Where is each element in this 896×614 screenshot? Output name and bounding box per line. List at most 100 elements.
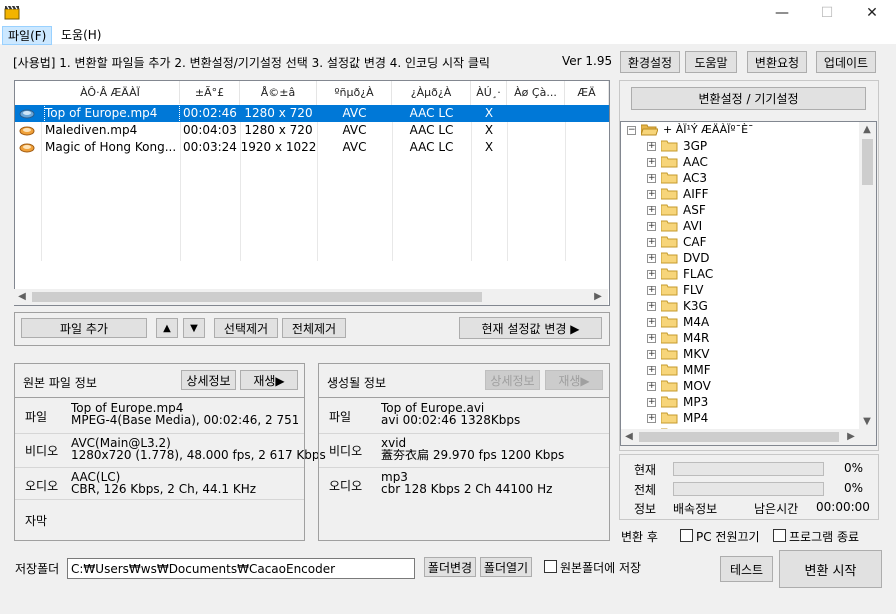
source-detail-button[interactable]: 상세정보: [181, 370, 236, 390]
collapse-icon[interactable]: −: [627, 126, 636, 135]
expand-icon[interactable]: +: [647, 222, 656, 231]
apply-current-settings-button[interactable]: 현재 설정값 변경 ▶: [459, 317, 602, 339]
expand-icon[interactable]: +: [647, 334, 656, 343]
conversion-request-button[interactable]: 변환요청: [747, 51, 807, 73]
column-header-audio[interactable]: ¿Àµð¿À: [392, 81, 471, 105]
expand-icon[interactable]: +: [647, 318, 656, 327]
expand-icon[interactable]: +: [647, 174, 656, 183]
total-progress-bar: [673, 482, 824, 496]
file-row[interactable]: Top of Europe.mp4 00:02:46 1280 x 720 AV…: [15, 104, 609, 123]
tree-horizontal-scrollbar[interactable]: ◀ ▶: [621, 429, 859, 445]
remove-selected-button[interactable]: 선택제거: [214, 318, 278, 338]
format-tree[interactable]: − + ÀÏ¹Ý ÆÄÀÏº¯È¯ +3GP + AAC + AC3 + AIFF + ASF +…: [620, 121, 877, 446]
file-list-horizontal-scrollbar[interactable]: ◀ ▶: [14, 289, 608, 305]
env-settings-button[interactable]: 환경설정: [620, 51, 680, 73]
expand-icon[interactable]: +: [647, 286, 656, 295]
file-row[interactable]: Malediven.mp4 00:04:03 1280 x 720 AVC AA…: [15, 122, 609, 139]
file-row[interactable]: Magic of Hong Kong... 00:03:24 1920 x 10…: [15, 139, 609, 156]
tree-item-label: CAF: [683, 235, 707, 249]
expand-icon[interactable]: +: [647, 366, 656, 375]
scroll-down-icon[interactable]: ▼: [859, 414, 875, 430]
source-play-button[interactable]: 재생▶: [240, 370, 298, 390]
expand-icon[interactable]: +: [647, 398, 656, 407]
expand-icon[interactable]: +: [647, 158, 656, 167]
test-button[interactable]: 테스트: [720, 556, 773, 582]
total-progress-value: 0%: [844, 481, 864, 495]
close-button[interactable]: ✕: [850, 0, 894, 26]
add-file-button[interactable]: 파일 추가: [21, 318, 147, 338]
move-up-button[interactable]: ▲: [156, 318, 178, 338]
folder-icon: [661, 332, 678, 344]
folder-icon: [661, 220, 678, 232]
scroll-left-icon[interactable]: ◀: [14, 289, 30, 305]
tree-item-label: MKV: [683, 347, 710, 361]
file-name: Malediven.mp4: [45, 123, 138, 137]
column-header-time[interactable]: ±Ã°£: [180, 81, 240, 105]
pc-shutdown-checkbox[interactable]: [680, 529, 693, 542]
tree-item-label: FLV: [683, 283, 704, 297]
expand-icon[interactable]: +: [647, 302, 656, 311]
menu-file[interactable]: 파일(F): [2, 26, 53, 45]
expand-icon[interactable]: +: [647, 206, 656, 215]
minimize-button[interactable]: —: [760, 0, 804, 26]
open-folder-button[interactable]: 폴더열기: [480, 557, 532, 577]
column-header-input-file[interactable]: ÀÔ·Â ÆÄÀÏ: [41, 81, 180, 105]
scroll-up-icon[interactable]: ▲: [859, 122, 875, 138]
program-exit-checkbox[interactable]: [773, 529, 786, 542]
scroll-right-icon[interactable]: ▶: [590, 289, 606, 305]
scroll-right-icon[interactable]: ▶: [843, 429, 859, 445]
change-folder-button[interactable]: 폴더변경: [424, 557, 476, 577]
usage-instructions: [사용법] 1. 변환할 파일들 추가 2. 변환설정/기기설정 선택 3. 설…: [13, 56, 490, 70]
expand-icon[interactable]: +: [647, 190, 656, 199]
progress-panel: 현재 0% 전체 0% 정보 배속정보 남은시간 00:00:00: [619, 454, 879, 520]
source-audio-detail: CBR, 126 Kbps, 2 Ch, 44.1 KHz: [71, 483, 257, 495]
file-video: AVC: [342, 106, 367, 120]
tree-item-label: K3G: [683, 299, 708, 313]
column-header-file[interactable]: ÆÄ: [565, 81, 609, 105]
menu-help[interactable]: 도움(H): [56, 26, 106, 45]
column-header-subtitle[interactable]: ÀÚ¸·: [471, 81, 507, 105]
folder-icon: [661, 268, 678, 280]
tree-item-label: MMF: [683, 363, 711, 377]
column-header-progress[interactable]: Àø Çà...: [507, 81, 565, 105]
folder-icon: [661, 236, 678, 248]
scroll-left-icon[interactable]: ◀: [621, 429, 637, 445]
expand-icon[interactable]: +: [647, 238, 656, 247]
file-label: 파일: [329, 410, 352, 424]
start-conversion-button[interactable]: 변환 시작: [779, 550, 882, 588]
save-folder-input[interactable]: [67, 558, 415, 579]
after-conversion-label: 변환 후: [621, 530, 658, 544]
device-settings-button[interactable]: 변환설정 / 기기설정: [631, 87, 866, 110]
output-file-row: 파일 Top of Europe.avi avi 00:02:46 1328Kb…: [319, 398, 609, 434]
column-header-video[interactable]: ºñµð¿À: [317, 81, 392, 105]
expand-icon[interactable]: +: [647, 414, 656, 423]
expand-icon[interactable]: +: [647, 382, 656, 391]
output-detail-button[interactable]: 상세정보: [485, 370, 540, 390]
tree-vertical-scrollbar[interactable]: ▲ ▼: [859, 122, 876, 445]
output-audio-codec: mp3: [381, 471, 408, 483]
source-audio-row: 오디오 AAC(LC) CBR, 126 Kbps, 2 Ch, 44.1 KH…: [15, 468, 304, 500]
move-down-button[interactable]: ▼: [183, 318, 205, 338]
file-list[interactable]: ÀÔ·Â ÆÄÀÏ ±Ã°£ Å©±â ºñµð¿À ¿Àµð¿À ÀÚ¸· À…: [14, 80, 610, 306]
expand-icon[interactable]: +: [647, 270, 656, 279]
output-play-button[interactable]: 재생▶: [545, 370, 603, 390]
tree-item-label: DVD: [683, 251, 710, 265]
scroll-thumb[interactable]: [32, 292, 482, 302]
source-file-format: MPEG-4(Base Media), 00:02:46, 2 751 K: [71, 414, 298, 426]
remove-all-button[interactable]: 전체제거: [282, 318, 346, 338]
expand-icon[interactable]: +: [647, 254, 656, 263]
help-button[interactable]: 도움말: [685, 51, 737, 73]
source-info-title: 원본 파일 정보: [23, 376, 97, 390]
output-file-name: Top of Europe.avi: [381, 402, 485, 414]
expand-icon[interactable]: +: [647, 350, 656, 359]
update-button[interactable]: 업데이트: [816, 51, 876, 73]
remaining-time-label: 남은시간: [754, 502, 799, 516]
save-to-source-folder-checkbox[interactable]: [544, 560, 557, 573]
column-header-size[interactable]: Å©±â: [240, 81, 317, 105]
scroll-thumb[interactable]: [639, 432, 839, 442]
file-size: 1280 x 720: [244, 106, 313, 120]
scroll-thumb[interactable]: [862, 139, 873, 185]
expand-icon[interactable]: +: [647, 142, 656, 151]
maximize-button[interactable]: ☐: [805, 0, 849, 26]
video-label: 비디오: [25, 444, 59, 458]
